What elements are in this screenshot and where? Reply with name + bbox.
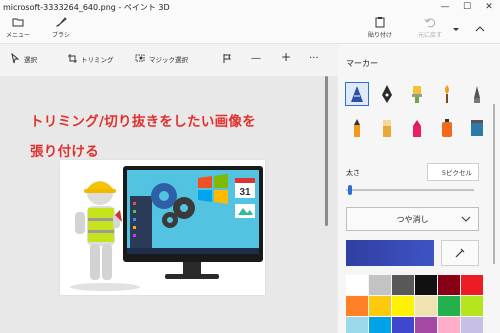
magic-select-icon xyxy=(135,54,145,62)
color-swatch[interactable] xyxy=(438,317,460,333)
instruction-text-line1: トリミング/切り抜きをしたい画像を xyxy=(30,114,257,130)
ribbon: メニュー ブラシ 貼り付け 元に戻す xyxy=(0,14,500,44)
folder-icon xyxy=(12,18,24,27)
menu-button[interactable]: メニュー xyxy=(6,16,30,39)
menu-label: メニュー xyxy=(6,32,31,39)
spray-can-icon xyxy=(442,119,452,137)
color-palette xyxy=(346,275,483,333)
color-swatch[interactable] xyxy=(461,275,483,295)
minimize-button[interactable]: — xyxy=(434,0,456,14)
magic-select-label: マジック選択 xyxy=(149,55,188,64)
eraser-button[interactable] xyxy=(375,116,399,140)
canvas-scrollbar[interactable] xyxy=(325,76,328,226)
watercolor-brush-button[interactable] xyxy=(435,82,459,106)
cursor-icon xyxy=(11,53,20,64)
watercolor-brush-icon xyxy=(445,85,449,103)
brush-icon xyxy=(55,17,67,27)
monitor-illustration: 31 xyxy=(123,166,263,279)
close-button[interactable]: ✕ xyxy=(478,0,500,14)
color-swatch[interactable] xyxy=(415,275,437,295)
pixel-pen-button[interactable] xyxy=(465,82,489,106)
thickness-slider-track[interactable] xyxy=(346,189,474,191)
calligraphy-pen-icon xyxy=(382,85,392,103)
finish-value: つや消し xyxy=(396,214,429,224)
spray-can-button[interactable] xyxy=(435,116,459,140)
marker-brush-icon xyxy=(351,86,363,102)
undo-button[interactable]: 元に戻す xyxy=(418,16,442,39)
color-swatch[interactable] xyxy=(369,275,391,295)
more-options-button[interactable]: ··· xyxy=(309,53,319,64)
color-swatch[interactable] xyxy=(369,317,391,333)
ribbon-chevron-button[interactable] xyxy=(450,23,462,37)
flag-tool[interactable] xyxy=(222,53,236,64)
thickness-input[interactable]: 5ピクセル xyxy=(427,163,479,181)
color-swatch[interactable] xyxy=(438,275,460,295)
pencil-button[interactable] xyxy=(345,116,369,140)
collapse-ribbon-button[interactable] xyxy=(474,23,486,37)
marker-brush-button[interactable] xyxy=(345,82,369,106)
crop-label: トリミング xyxy=(81,55,114,64)
color-swatch[interactable] xyxy=(346,296,368,316)
fill-bucket-icon xyxy=(471,120,483,136)
select-label: 選択 xyxy=(24,55,37,64)
pasted-image[interactable]: 31 xyxy=(60,160,265,295)
canvas-toolbar: 選択 トリミング マジック選択 — + ··· xyxy=(0,44,338,76)
maximize-button[interactable]: ☐ xyxy=(456,0,478,14)
magic-select-tool[interactable]: マジック選択 xyxy=(135,53,188,64)
computer-worker-illustration: 31 xyxy=(70,166,263,291)
finish-dropdown[interactable]: つや消し xyxy=(346,207,479,231)
thickness-label: 太さ xyxy=(346,169,360,177)
pixel-pen-icon xyxy=(474,86,480,103)
color-swatch[interactable] xyxy=(461,296,483,316)
canvas-area[interactable]: トリミング/切り抜きをしたい画像を 張り付ける 31 xyxy=(0,76,338,333)
chevron-down-icon xyxy=(461,216,471,222)
window-title: microsoft-3333264_640.png - ペイント 3D xyxy=(3,2,170,12)
panel-scrollbar[interactable] xyxy=(493,104,495,264)
color-swatch[interactable] xyxy=(369,296,391,316)
crop-tool[interactable]: トリミング xyxy=(67,53,114,64)
eyedropper-button[interactable] xyxy=(441,240,479,266)
svg-text:31: 31 xyxy=(239,187,251,198)
crayon-button[interactable] xyxy=(405,116,429,140)
brushes-label: ブラシ xyxy=(52,32,70,39)
paste-icon xyxy=(375,17,385,28)
chevron-up-icon xyxy=(475,26,485,32)
color-swatch[interactable] xyxy=(346,317,368,333)
color-swatch[interactable] xyxy=(392,275,414,295)
zoom-out-button[interactable]: — xyxy=(251,53,261,64)
color-swatch[interactable] xyxy=(392,317,414,333)
zoom-in-button[interactable]: + xyxy=(281,50,291,64)
thickness-slider-thumb[interactable] xyxy=(348,185,352,195)
calligraphy-pen-button[interactable] xyxy=(375,82,399,106)
hardhat-worker-figure xyxy=(75,181,122,280)
oil-brush-button[interactable] xyxy=(405,82,429,106)
panel-title: マーカー xyxy=(346,59,378,68)
oil-brush-icon xyxy=(412,86,422,103)
paste-label: 貼り付け xyxy=(368,32,393,39)
fill-bucket-button[interactable] xyxy=(465,116,489,140)
flag-icon xyxy=(223,54,231,63)
color-swatch[interactable] xyxy=(415,317,437,333)
chevron-down-icon xyxy=(453,28,459,31)
pencil-icon xyxy=(354,119,360,137)
instruction-text-line2: 張り付ける xyxy=(30,144,99,160)
brushes-tab[interactable]: ブラシ xyxy=(52,16,70,39)
color-swatch[interactable] xyxy=(415,296,437,316)
crayon-icon xyxy=(413,120,421,137)
color-swatch[interactable] xyxy=(461,317,483,333)
undo-label: 元に戻す xyxy=(418,32,443,39)
color-swatch[interactable] xyxy=(438,296,460,316)
undo-icon xyxy=(424,18,435,28)
brushes-panel: マーカー 太さ 5ピクセル つや消し xyxy=(338,44,500,333)
select-tool[interactable]: 選択 xyxy=(10,53,37,64)
eyedropper-icon xyxy=(455,248,465,258)
current-color-swatch[interactable] xyxy=(346,240,434,266)
eraser-icon xyxy=(383,120,391,137)
paste-button[interactable]: 貼り付け xyxy=(368,16,392,39)
color-swatch[interactable] xyxy=(392,296,414,316)
crop-icon xyxy=(68,54,77,63)
title-bar: microsoft-3333264_640.png - ペイント 3D — ☐ … xyxy=(0,0,500,14)
color-swatch[interactable] xyxy=(346,275,368,295)
